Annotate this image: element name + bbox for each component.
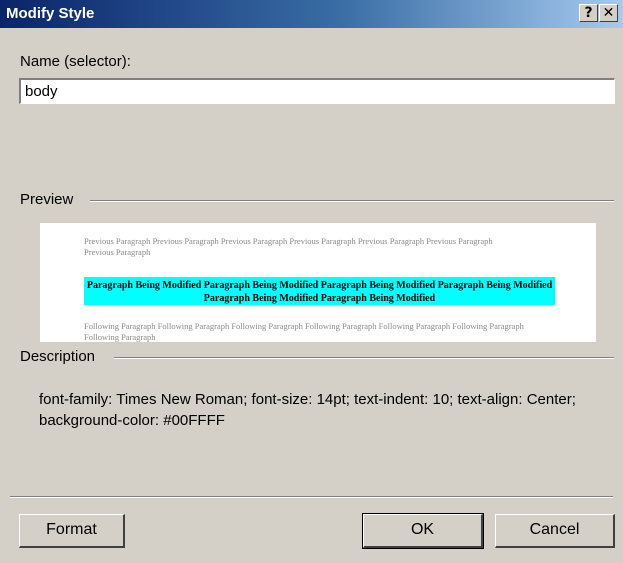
button-divider (10, 496, 613, 498)
preview-pane: Previous Paragraph Previous Paragraph Pr… (40, 223, 596, 342)
preview-group-label: Preview (20, 191, 77, 208)
name-selector-input[interactable] (19, 78, 615, 104)
ok-button[interactable]: OK (362, 513, 484, 549)
window-title: Modify Style (6, 5, 95, 22)
preview-divider (90, 200, 614, 202)
description-group-label: Description (20, 348, 99, 365)
description-text: font-family: Times New Roman; font-size:… (39, 391, 576, 429)
title-bar: Modify Style ? ✕ (0, 0, 623, 28)
close-icon[interactable]: ✕ (599, 4, 618, 22)
following-paragraph: Following Paragraph Following Paragraph … (84, 321, 524, 342)
previous-paragraph: Previous Paragraph Previous Paragraph Pr… (84, 236, 493, 257)
format-button[interactable]: Format (19, 514, 125, 548)
modified-paragraph: Paragraph Being Modified Paragraph Being… (84, 277, 555, 305)
cancel-button[interactable]: Cancel (495, 514, 615, 548)
help-icon[interactable]: ? (579, 4, 598, 22)
description-divider (114, 357, 614, 359)
name-selector-label: Name (selector): (20, 53, 131, 70)
